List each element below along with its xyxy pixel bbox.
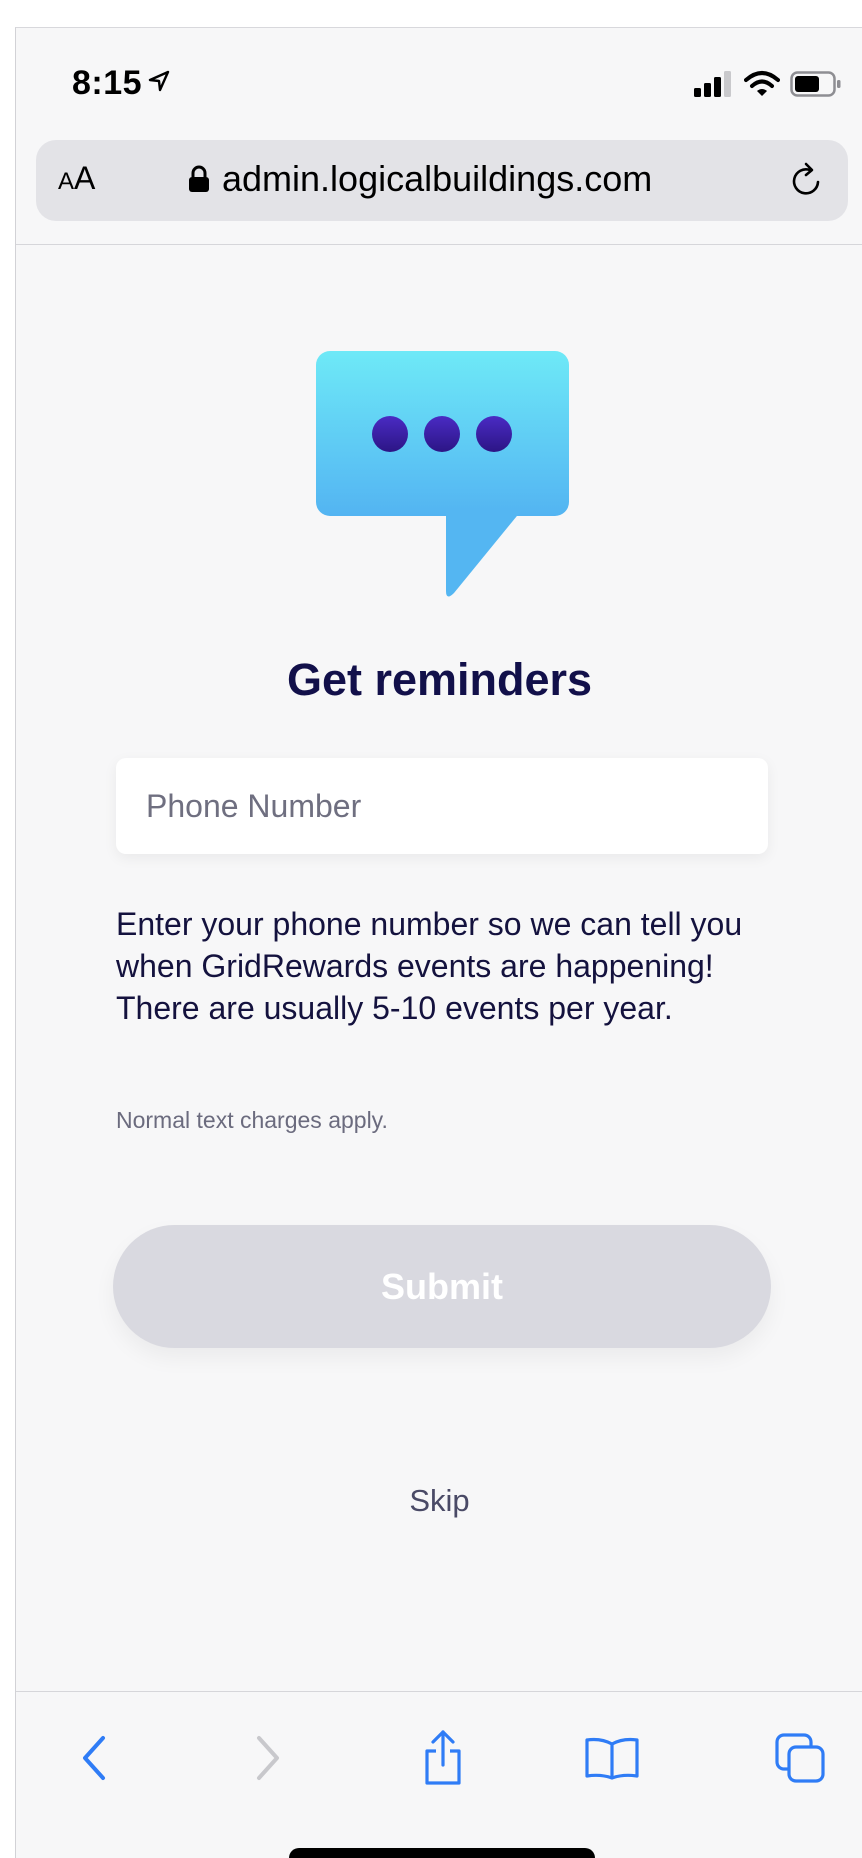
toolbar-divider — [16, 1691, 862, 1692]
tabs-icon — [775, 1733, 825, 1783]
back-icon — [83, 1736, 105, 1780]
status-time-text: 8:15 — [72, 64, 143, 102]
url-display[interactable]: admin.logicalbuildings.com — [188, 158, 652, 200]
forward-icon — [257, 1736, 279, 1780]
chat-bubble-icon — [316, 351, 569, 597]
share-button[interactable] — [413, 1728, 473, 1788]
phone-screen: 8:15 AA admin.logicalbuildings.com Get r… — [15, 27, 862, 1858]
text-size-button[interactable]: AA — [58, 160, 95, 197]
text-size-large-label: A — [74, 160, 96, 196]
top-divider — [16, 244, 862, 245]
home-indicator — [289, 1848, 595, 1858]
lock-icon — [189, 165, 209, 192]
submit-button[interactable]: Submit — [113, 1225, 771, 1348]
share-icon — [425, 1730, 461, 1785]
forward-button[interactable] — [238, 1728, 298, 1788]
battery-icon — [790, 71, 841, 97]
tabs-button[interactable] — [770, 1728, 830, 1788]
cellular-signal-icon — [694, 71, 731, 97]
bookmarks-button[interactable] — [577, 1728, 647, 1788]
bookmarks-icon — [585, 1737, 639, 1780]
reload-icon[interactable] — [784, 158, 828, 202]
status-icons — [694, 70, 842, 98]
back-button[interactable] — [64, 1728, 124, 1788]
fine-print-text: Normal text charges apply. — [116, 1107, 388, 1133]
status-time: 8:15 — [72, 64, 170, 103]
description-text: Enter your phone number so we can tell y… — [116, 906, 743, 1026]
skip-link[interactable]: Skip — [16, 1483, 862, 1519]
location-arrow-icon — [148, 70, 170, 92]
page-title: Get reminders — [286, 654, 593, 705]
wifi-icon — [744, 71, 780, 96]
url-text: admin.logicalbuildings.com — [222, 158, 653, 199]
address-bar[interactable]: AA admin.logicalbuildings.com — [36, 140, 848, 221]
text-size-small-label: A — [58, 168, 75, 195]
phone-number-input[interactable] — [116, 758, 768, 854]
